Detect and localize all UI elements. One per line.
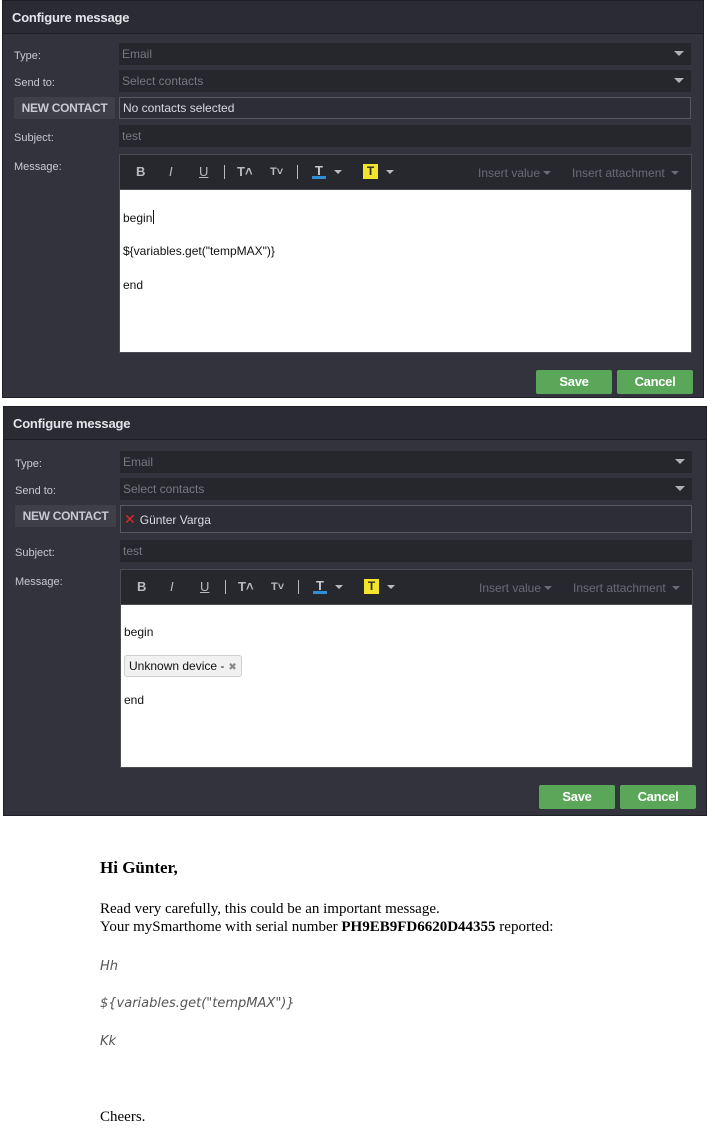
selected-contacts-field[interactable]: No contacts selected	[119, 97, 691, 119]
email-italic-line-2: ${variables.get("tempMAX")}	[100, 996, 295, 1011]
highlight-color-button[interactable]: T	[364, 579, 379, 594]
save-button[interactable]: Save	[539, 785, 615, 809]
subject-label: Subject:	[14, 132, 54, 144]
sendto-label: Send to:	[15, 485, 56, 497]
highlight-color-button[interactable]: T	[363, 164, 378, 179]
configure-message-dialog-2: Configure message Type: Email Send to: S…	[3, 406, 707, 816]
italic-button[interactable]: I	[169, 164, 173, 179]
text-color-caret-icon[interactable]	[334, 170, 342, 174]
body-text: begin	[123, 211, 153, 225]
body-line-end: end	[123, 278, 144, 292]
chevron-down-icon	[671, 171, 679, 175]
insert-attachment-menu[interactable]: Insert attachment	[572, 166, 665, 180]
body-line-end: end	[124, 693, 145, 707]
bold-button[interactable]: B	[136, 164, 145, 179]
type-label: Type:	[14, 50, 41, 62]
increase-font-button[interactable]: T˄	[237, 164, 253, 179]
cancel-button[interactable]: Cancel	[617, 370, 693, 394]
highlight-caret-icon[interactable]	[387, 585, 395, 589]
contact-name: Günter Varga	[139, 513, 211, 527]
message-editor: B I U T˄ T˅ T T Insert value Insert atta…	[120, 569, 693, 768]
body-line-begin: begin	[124, 625, 154, 639]
increase-font-button[interactable]: T˄	[238, 579, 254, 594]
text-color-button[interactable]: T	[313, 578, 327, 594]
chevron-down-icon	[543, 171, 551, 175]
toolbar-divider	[225, 580, 226, 594]
serial-suffix: reported:	[495, 919, 554, 935]
serial-prefix: Your mySmarthome with serial number	[100, 919, 342, 935]
sendto-select[interactable]: Select contacts	[119, 70, 691, 92]
chevron-down-icon	[675, 486, 685, 491]
italic-button[interactable]: I	[170, 579, 174, 594]
insert-value-menu[interactable]: Insert value	[478, 166, 540, 180]
message-editor: B I U T˄ T˅ T T Insert value Insert atta…	[119, 154, 692, 353]
save-button[interactable]: Save	[536, 370, 612, 394]
type-select[interactable]: Email	[119, 43, 691, 65]
email-greeting: Hi Günter,	[100, 858, 178, 877]
editor-toolbar: B I U T˄ T˅ T T Insert value Insert atta…	[120, 569, 693, 604]
toolbar-divider	[297, 165, 298, 179]
chevron-down-icon	[544, 586, 552, 590]
selected-contacts-field[interactable]: ✕ Günter Varga	[120, 505, 692, 533]
subject-value: test	[122, 129, 142, 143]
email-italic-line-3: Kk	[100, 1034, 117, 1049]
editor-toolbar: B I U T˄ T˅ T T Insert value Insert atta…	[119, 154, 692, 189]
type-value: Email	[122, 47, 153, 61]
email-italic-line-1: Hh	[100, 959, 119, 974]
remove-contact-icon[interactable]: ✕	[124, 511, 136, 527]
message-label: Message:	[14, 161, 62, 173]
highlight-caret-icon[interactable]	[386, 170, 394, 174]
subject-input[interactable]: test	[120, 540, 692, 562]
subject-label: Subject:	[15, 547, 55, 559]
chevron-down-icon	[672, 586, 680, 590]
subject-input[interactable]: test	[119, 125, 691, 147]
remove-chip-icon[interactable]: ✖	[228, 662, 236, 673]
toolbar-divider	[224, 165, 225, 179]
underline-button[interactable]: U	[200, 579, 209, 594]
type-select[interactable]: Email	[120, 451, 692, 473]
contacts-value: No contacts selected	[123, 101, 235, 115]
configure-message-dialog-1: Configure message Type: Email Send to: S…	[2, 0, 704, 398]
serial-number: PH9EB9FD6620D44355	[341, 919, 496, 935]
decrease-font-button[interactable]: T˅	[270, 166, 283, 178]
email-serial-line: Your mySmarthome with serial number PH9E…	[100, 919, 553, 936]
text-cursor	[153, 210, 155, 224]
dialog-title: Configure message	[4, 407, 706, 440]
toolbar-divider	[298, 580, 299, 594]
chip-label: Unknown device -	[129, 659, 225, 673]
chevron-down-icon	[674, 78, 684, 83]
text-color-button[interactable]: T	[312, 163, 326, 179]
email-intro-line: Read very carefully, this could be an im…	[100, 901, 440, 917]
sendto-label: Send to:	[14, 77, 55, 89]
subject-value: test	[123, 544, 143, 558]
underline-button[interactable]: U	[199, 164, 208, 179]
sendto-select[interactable]: Select contacts	[120, 478, 692, 500]
insert-value-menu[interactable]: Insert value	[479, 581, 541, 595]
cancel-button[interactable]: Cancel	[620, 785, 696, 809]
decrease-font-button[interactable]: T˅	[271, 581, 284, 593]
message-body[interactable]: begin Unknown device - ✖ end	[120, 604, 693, 768]
bold-button[interactable]: B	[137, 579, 146, 594]
sendto-placeholder: Select contacts	[122, 74, 204, 88]
message-body[interactable]: begin ${variables.get("tempMAX")} end	[119, 189, 692, 353]
chevron-down-icon	[675, 459, 685, 464]
text-color-caret-icon[interactable]	[335, 585, 343, 589]
type-label: Type:	[15, 458, 42, 470]
variable-chip[interactable]: Unknown device - ✖	[124, 655, 242, 677]
insert-attachment-menu[interactable]: Insert attachment	[573, 581, 666, 595]
body-line-variable: ${variables.get("tempMAX")}	[123, 244, 275, 258]
type-value: Email	[123, 455, 154, 469]
sendto-placeholder: Select contacts	[123, 482, 205, 496]
new-contact-button[interactable]: NEW CONTACT	[14, 97, 115, 119]
message-label: Message:	[15, 576, 63, 588]
email-closing: Cheers.	[100, 1109, 146, 1125]
dialog-title: Configure message	[3, 1, 703, 34]
body-line-begin: begin	[123, 210, 155, 225]
chevron-down-icon	[674, 51, 684, 56]
new-contact-button[interactable]: NEW CONTACT	[15, 505, 116, 527]
